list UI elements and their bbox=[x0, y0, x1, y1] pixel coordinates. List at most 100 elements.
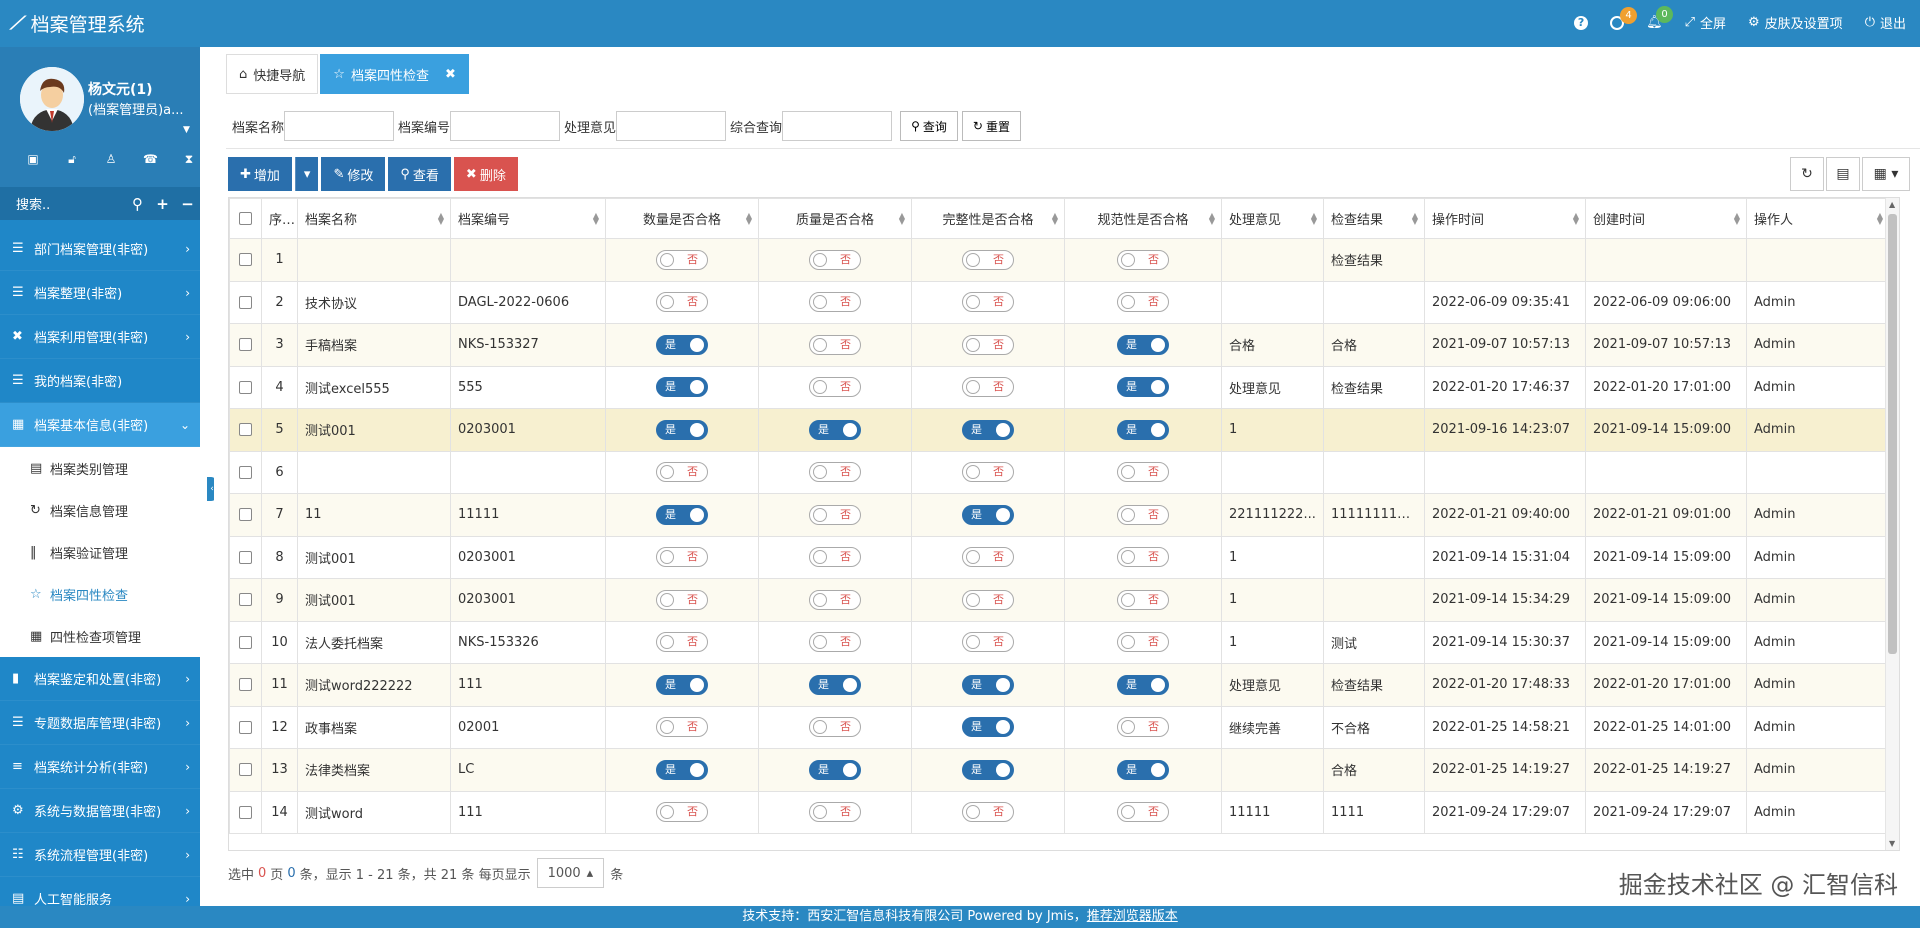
cell-q1[interactable]: 是 bbox=[605, 493, 759, 537]
cell-q4[interactable]: 否 bbox=[1064, 535, 1222, 579]
check-toggle[interactable]: 否 bbox=[1117, 547, 1169, 568]
menu-item-appraisal[interactable]: ▮ 档案鉴定和处置(非密) › bbox=[0, 657, 200, 701]
cell-q1[interactable]: 是 bbox=[605, 748, 759, 792]
table-row[interactable]: 3 手稿档案 NKS-153327 是否否是合格 合格 2021-09-07 10:57:… bbox=[229, 323, 1890, 367]
row-checkbox[interactable] bbox=[239, 678, 252, 692]
row-select-cell[interactable] bbox=[229, 790, 262, 834]
cell-q1[interactable]: 是 bbox=[605, 663, 759, 707]
user-menu-caret-icon[interactable]: ▼ bbox=[183, 125, 190, 135]
submenu-item-info[interactable]: ↻ 档案信息管理 bbox=[0, 489, 200, 531]
notification-button[interactable]: 🔔︎ 0 bbox=[1646, 6, 1674, 30]
view-button[interactable]: ⚲ 查看 bbox=[388, 157, 451, 191]
tab-quick-nav[interactable]: ⌂ 快捷导航 bbox=[226, 54, 319, 94]
check-toggle[interactable]: 是 bbox=[656, 759, 708, 780]
select-all-checkbox[interactable] bbox=[239, 212, 252, 225]
cell-q1[interactable]: 是 bbox=[605, 323, 759, 367]
cell-q2[interactable]: 是 bbox=[758, 748, 912, 792]
search-button[interactable]: ⚲ 查询 bbox=[900, 111, 958, 141]
check-toggle[interactable]: 否 bbox=[656, 717, 708, 738]
general-query-input[interactable] bbox=[782, 111, 893, 141]
check-toggle[interactable]: 否 bbox=[809, 717, 861, 738]
cell-q3[interactable]: 否 bbox=[911, 450, 1065, 494]
cell-q1[interactable]: 否 bbox=[605, 450, 759, 494]
row-checkbox[interactable] bbox=[239, 550, 252, 564]
table-row[interactable]: 14 测试word 111 否否否否 11111 1111 2021-09-24 17:29… bbox=[229, 790, 1890, 834]
row-checkbox[interactable] bbox=[239, 465, 252, 479]
row-select-cell[interactable] bbox=[229, 365, 262, 409]
cell-q1[interactable]: 否 bbox=[605, 620, 759, 664]
check-toggle[interactable]: 否 bbox=[962, 589, 1014, 610]
row-checkbox[interactable] bbox=[239, 295, 252, 309]
check-toggle[interactable]: 是 bbox=[1117, 377, 1169, 398]
cell-q2[interactable]: 是 bbox=[758, 663, 912, 707]
reset-button[interactable]: ↻ 重置 bbox=[961, 111, 1021, 141]
help-button[interactable]: ? bbox=[1574, 15, 1589, 30]
cell-q4[interactable]: 否 bbox=[1064, 238, 1222, 282]
select-all-cell[interactable] bbox=[229, 198, 262, 239]
table-row[interactable]: 2 技术协议 DAGL-2022-0606 否 否 否 否 2022-06-09 09:35:… bbox=[229, 280, 1890, 324]
table-row[interactable]: 13 法律类档案 LC 是是是是合格 2022-01-25 14:19:27 2022-0… bbox=[229, 748, 1890, 792]
menu-item-topic-db[interactable]: ☰ 专题数据库管理(非密) › bbox=[0, 701, 200, 745]
cell-q3[interactable]: 否 bbox=[911, 620, 1065, 664]
search-icon[interactable]: ⚲ bbox=[125, 195, 150, 213]
check-toggle[interactable]: 是 bbox=[962, 504, 1014, 525]
check-toggle[interactable]: 是 bbox=[656, 504, 708, 525]
check-toggle[interactable]: 否 bbox=[656, 632, 708, 653]
cell-q2[interactable]: 否 bbox=[758, 578, 912, 622]
check-toggle[interactable]: 否 bbox=[656, 589, 708, 610]
cell-q1[interactable]: 否 bbox=[605, 238, 759, 282]
check-toggle[interactable]: 否 bbox=[962, 377, 1014, 398]
edit-button[interactable]: ✎ 修改 bbox=[321, 157, 386, 191]
menu-search-input[interactable]: 搜索.. bbox=[16, 194, 125, 213]
menu-item-my-archive[interactable]: ☰ 我的档案(非密) bbox=[0, 359, 200, 403]
col-header-sortable[interactable]: 处理意见 ▲ ▼ bbox=[1221, 198, 1324, 239]
menu-item-archive-basic-info[interactable]: ▦ 档案基本信息(非密) ⌄ bbox=[0, 403, 200, 447]
check-toggle[interactable]: 否 bbox=[809, 632, 861, 653]
col-header-sortable[interactable]: 检查结果 ▲ ▼ bbox=[1323, 198, 1425, 239]
check-toggle[interactable]: 是 bbox=[962, 419, 1014, 440]
cell-q2[interactable]: 否 bbox=[758, 323, 912, 367]
col-header-sortable[interactable]: 操作时间 ▲ ▼ bbox=[1424, 198, 1586, 239]
check-toggle[interactable]: 否 bbox=[962, 334, 1014, 355]
check-toggle[interactable]: 否 bbox=[656, 292, 708, 313]
add-button[interactable]: ✚ 增加 bbox=[228, 157, 292, 191]
cell-q2[interactable]: 否 bbox=[758, 450, 912, 494]
expand-all-icon[interactable]: + bbox=[150, 195, 175, 213]
check-toggle[interactable]: 否 bbox=[809, 547, 861, 568]
cell-q1[interactable]: 是 bbox=[605, 408, 759, 452]
scroll-up-icon[interactable]: ▲ bbox=[1889, 200, 1895, 209]
check-toggle[interactable]: 否 bbox=[962, 547, 1014, 568]
hourglass-icon[interactable]: ⧗ bbox=[182, 152, 196, 167]
archive-name-input[interactable] bbox=[284, 111, 395, 141]
check-toggle[interactable]: 否 bbox=[809, 462, 861, 483]
row-select-cell[interactable] bbox=[229, 238, 262, 282]
cell-q1[interactable]: 否 bbox=[605, 790, 759, 834]
check-toggle[interactable]: 是 bbox=[962, 759, 1014, 780]
menu-item-system-data[interactable]: ⚙ 系统与数据管理(非密) › bbox=[0, 789, 200, 833]
clock-button[interactable]: 4 bbox=[1610, 6, 1638, 30]
check-toggle[interactable]: 否 bbox=[809, 589, 861, 610]
cell-q4[interactable]: 是 bbox=[1064, 323, 1222, 367]
cell-q4[interactable]: 否 bbox=[1064, 705, 1222, 749]
fullscreen-button[interactable]: ⤢ 全屏 bbox=[1685, 13, 1726, 32]
check-toggle[interactable]: 是 bbox=[1117, 334, 1169, 355]
cell-q3[interactable]: 否 bbox=[911, 790, 1065, 834]
check-toggle[interactable]: 否 bbox=[1117, 249, 1169, 270]
add-dropdown-button[interactable]: ▾ bbox=[294, 157, 319, 191]
cell-q3[interactable]: 否 bbox=[911, 535, 1065, 579]
cell-q4[interactable]: 是 bbox=[1064, 408, 1222, 452]
check-toggle[interactable]: 是 bbox=[1117, 759, 1169, 780]
check-toggle[interactable]: 是 bbox=[1117, 674, 1169, 695]
check-toggle[interactable]: 否 bbox=[656, 802, 708, 823]
check-toggle[interactable]: 否 bbox=[1117, 589, 1169, 610]
check-toggle[interactable]: 是 bbox=[1117, 419, 1169, 440]
table-row[interactable]: 6 否 否 否 否 bbox=[229, 450, 1890, 494]
row-select-cell[interactable] bbox=[229, 535, 262, 579]
logout-button[interactable]: ⏻ 退出 bbox=[1865, 13, 1906, 32]
check-toggle[interactable]: 否 bbox=[1117, 632, 1169, 653]
check-toggle[interactable]: 是 bbox=[962, 674, 1014, 695]
cell-q3[interactable]: 否 bbox=[911, 238, 1065, 282]
row-select-cell[interactable] bbox=[229, 620, 262, 664]
cell-q4[interactable]: 否 bbox=[1064, 790, 1222, 834]
row-checkbox[interactable] bbox=[239, 508, 252, 522]
